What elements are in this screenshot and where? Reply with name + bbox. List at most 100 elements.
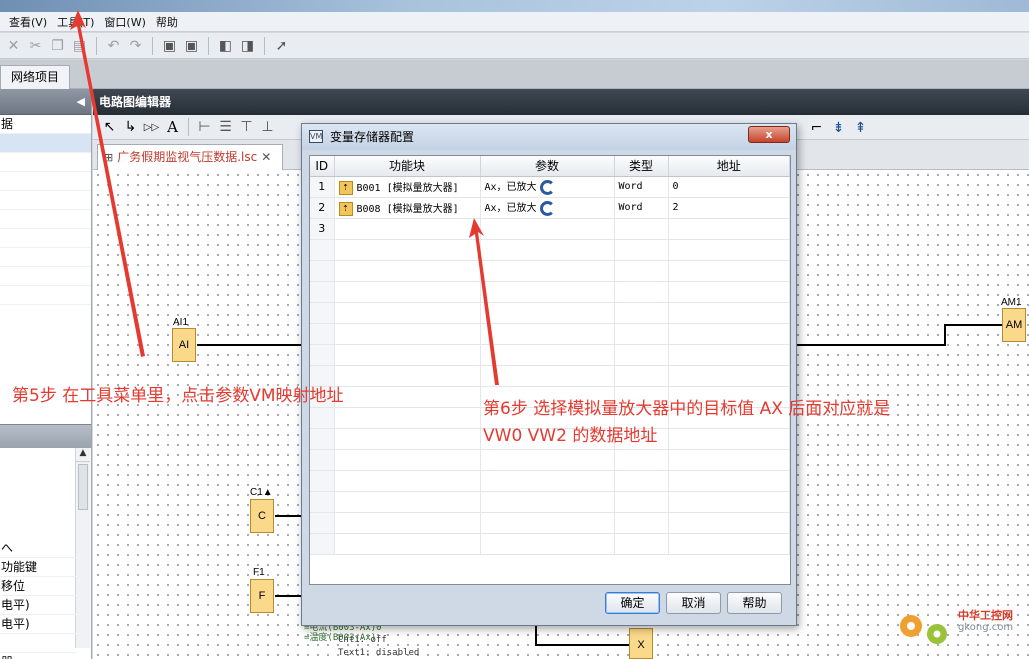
table-row	[310, 344, 790, 366]
table-row[interactable]: 1 ⇡ B001 [模拟量放大器] Ax，已放大 Word 0	[310, 176, 790, 198]
row-type: Word	[614, 197, 669, 219]
row-type: Word	[614, 176, 669, 198]
transfer-pc-icon[interactable]: ◧	[216, 36, 235, 55]
tree-item[interactable]	[0, 286, 91, 305]
menu-tools[interactable]: 工具(T)	[52, 14, 99, 30]
tree-item[interactable]	[0, 172, 91, 191]
refresh-icon[interactable]	[539, 200, 555, 216]
connect-icon[interactable]: ↳	[121, 118, 140, 137]
col-address[interactable]: 地址	[668, 156, 790, 177]
tree-item[interactable]: 电平)	[0, 596, 76, 615]
delete-icon[interactable]: ✕	[4, 36, 23, 55]
table-row[interactable]: 3	[310, 218, 790, 240]
row-block[interactable]: ⇡ B008 [模拟量放大器]	[334, 197, 481, 219]
col-param[interactable]: 参数	[480, 156, 615, 177]
align-center-icon[interactable]: ☰	[216, 118, 235, 137]
refresh-icon[interactable]	[539, 179, 555, 195]
align-middle-icon[interactable]: ⊥	[258, 118, 277, 137]
row-param[interactable]: Ax，已放大	[480, 176, 615, 198]
cut-icon[interactable]: ✂	[26, 36, 45, 55]
row-address[interactable]	[668, 218, 790, 240]
row-address[interactable]: 0	[668, 176, 790, 198]
menu-help[interactable]: 帮助	[151, 14, 183, 30]
close-button[interactable]: x	[748, 126, 790, 143]
menu-window[interactable]: 窗口(W)	[99, 14, 150, 30]
scroll-thumb[interactable]	[78, 464, 88, 510]
redo-icon[interactable]: ↷	[126, 36, 145, 55]
block-x[interactable]: X	[629, 628, 653, 659]
row-address[interactable]: 2	[668, 197, 790, 219]
col-block[interactable]: 功能块	[334, 156, 481, 177]
menu-view[interactable]: 查看(V)	[4, 14, 52, 30]
cancel-button[interactable]: 取消	[666, 592, 721, 614]
context-help-icon[interactable]: ➚	[272, 36, 291, 55]
left-tree-bottom: へ 功能键 移位 电平) 电平) 器	[0, 539, 76, 659]
left-panel-splitter[interactable]	[0, 424, 91, 448]
tree-item[interactable]	[0, 191, 91, 210]
tree-item[interactable]	[0, 210, 91, 229]
tree-item[interactable]: 电平)	[0, 615, 76, 634]
tree-item[interactable]: 移位	[0, 577, 76, 596]
wire	[944, 324, 946, 346]
align-top-icon[interactable]: ⊤	[237, 118, 256, 137]
dialog-titlebar[interactable]: VM 变量存储器配置 x	[302, 124, 796, 150]
upload-icon[interactable]: ▣	[182, 36, 201, 55]
tree-item[interactable]	[0, 229, 91, 248]
project-tabbar: 网络项目	[0, 60, 1029, 89]
col-id[interactable]: ID	[310, 156, 335, 177]
block-am[interactable]: AM	[1002, 308, 1026, 342]
copy-icon[interactable]: ❐	[48, 36, 67, 55]
row-param[interactable]: Ax，已放大	[480, 197, 615, 219]
table-row	[310, 260, 790, 282]
tree-item[interactable]	[0, 134, 91, 153]
scroll-up-icon[interactable]: ▲	[76, 448, 90, 462]
tab-document[interactable]: ⊞ 广务假期监视气压数据.lsc ✕	[97, 144, 283, 170]
tree-item[interactable]	[0, 267, 91, 286]
tree-item[interactable]: 功能键	[0, 558, 76, 577]
close-tab-icon[interactable]: ✕	[261, 150, 271, 164]
left-scrollbar[interactable]: ▲	[75, 448, 90, 648]
tree-item[interactable]: 据	[0, 115, 91, 134]
tree-item[interactable]: 器	[0, 653, 76, 659]
table-row[interactable]: 2 ⇡ B008 [模拟量放大器] Ax，已放大 Word 2	[310, 197, 790, 219]
arrange-front-icon[interactable]: ⇟	[829, 118, 848, 137]
block-counter[interactable]: C	[250, 499, 274, 533]
download-icon[interactable]: ▣	[160, 36, 179, 55]
block-label-am1: AM1	[1001, 297, 1022, 308]
undo-icon[interactable]: ↶	[104, 36, 123, 55]
text-tool-icon[interactable]: A	[163, 118, 182, 137]
align-left-icon[interactable]: ⊢	[195, 118, 214, 137]
left-panel-header: ◀	[0, 89, 91, 115]
arrange-back-icon[interactable]: ⇞	[851, 118, 870, 137]
col-type[interactable]: 类型	[614, 156, 669, 177]
tab-network-project[interactable]: 网络项目	[0, 65, 70, 89]
row-id: 1	[310, 176, 335, 198]
param-name: Ax，已放大	[484, 203, 537, 215]
ok-button[interactable]: 确定	[605, 592, 660, 614]
tree-item[interactable]: へ	[0, 539, 76, 558]
tree-item[interactable]	[0, 153, 91, 172]
table-row	[310, 533, 790, 555]
paste-icon[interactable]: ▤	[70, 36, 89, 55]
block-ai[interactable]: AI	[172, 328, 196, 362]
table-row	[310, 323, 790, 345]
analog-amplifier-icon: ⇡	[338, 201, 353, 216]
table-row	[310, 239, 790, 261]
row-id: 3	[310, 218, 335, 240]
row-block[interactable]	[334, 218, 481, 240]
row-param[interactable]	[480, 218, 615, 240]
help-button[interactable]: 帮助	[727, 592, 782, 614]
vm-config-dialog: VM 变量存储器配置 x ID 功能块 参数 类型 地址 1 ⇡ B001 [模拟…	[301, 123, 797, 626]
collapse-arrow-icon[interactable]: ◀	[77, 95, 85, 108]
dialog-title: 变量存储器配置	[330, 130, 415, 144]
tree-item[interactable]	[0, 634, 76, 653]
constant-icon[interactable]: ▷▷	[142, 118, 161, 137]
wire	[197, 344, 307, 346]
select-cursor-icon[interactable]: ↖	[100, 118, 119, 137]
step-icon[interactable]: ⌐	[807, 118, 826, 137]
tree-item[interactable]	[0, 248, 91, 267]
block-label-ai1: AI1	[173, 317, 189, 328]
row-block[interactable]: ⇡ B001 [模拟量放大器]	[334, 176, 481, 198]
transfer-device-icon[interactable]: ◨	[238, 36, 257, 55]
block-flag[interactable]: F	[250, 579, 274, 613]
